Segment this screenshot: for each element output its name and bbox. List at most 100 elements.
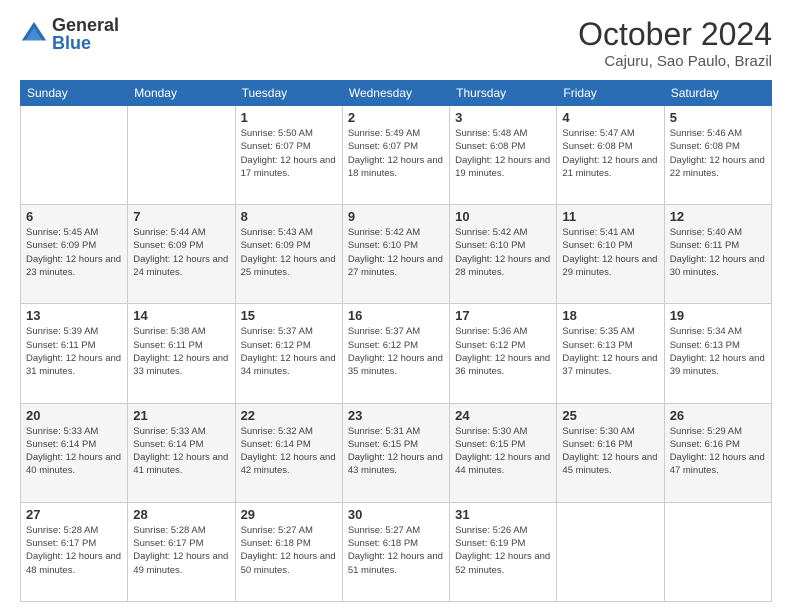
day-number: 27 bbox=[26, 507, 122, 522]
day-info: Sunrise: 5:34 AMSunset: 6:13 PMDaylight:… bbox=[670, 325, 766, 378]
day-number: 18 bbox=[562, 308, 658, 323]
calendar-cell: 7 Sunrise: 5:44 AMSunset: 6:09 PMDayligh… bbox=[128, 205, 235, 304]
calendar-cell bbox=[557, 502, 664, 601]
day-info: Sunrise: 5:28 AMSunset: 6:17 PMDaylight:… bbox=[26, 524, 122, 577]
calendar-cell: 27 Sunrise: 5:28 AMSunset: 6:17 PMDaylig… bbox=[21, 502, 128, 601]
title-block: October 2024 Cajuru, Sao Paulo, Brazil bbox=[578, 16, 772, 70]
calendar-cell: 22 Sunrise: 5:32 AMSunset: 6:14 PMDaylig… bbox=[235, 403, 342, 502]
day-number: 6 bbox=[26, 209, 122, 224]
day-info: Sunrise: 5:50 AMSunset: 6:07 PMDaylight:… bbox=[241, 127, 337, 180]
day-number: 24 bbox=[455, 408, 551, 423]
calendar-cell: 2 Sunrise: 5:49 AMSunset: 6:07 PMDayligh… bbox=[342, 106, 449, 205]
day-number: 15 bbox=[241, 308, 337, 323]
calendar-cell: 9 Sunrise: 5:42 AMSunset: 6:10 PMDayligh… bbox=[342, 205, 449, 304]
day-info: Sunrise: 5:44 AMSunset: 6:09 PMDaylight:… bbox=[133, 226, 229, 279]
day-info: Sunrise: 5:32 AMSunset: 6:14 PMDaylight:… bbox=[241, 425, 337, 478]
day-number: 5 bbox=[670, 110, 766, 125]
day-number: 12 bbox=[670, 209, 766, 224]
calendar-cell: 3 Sunrise: 5:48 AMSunset: 6:08 PMDayligh… bbox=[450, 106, 557, 205]
calendar-cell: 15 Sunrise: 5:37 AMSunset: 6:12 PMDaylig… bbox=[235, 304, 342, 403]
day-number: 7 bbox=[133, 209, 229, 224]
calendar-cell: 8 Sunrise: 5:43 AMSunset: 6:09 PMDayligh… bbox=[235, 205, 342, 304]
calendar-cell: 18 Sunrise: 5:35 AMSunset: 6:13 PMDaylig… bbox=[557, 304, 664, 403]
header-saturday: Saturday bbox=[664, 81, 771, 106]
day-number: 19 bbox=[670, 308, 766, 323]
day-info: Sunrise: 5:46 AMSunset: 6:08 PMDaylight:… bbox=[670, 127, 766, 180]
logo-blue: Blue bbox=[52, 34, 119, 52]
calendar-cell: 20 Sunrise: 5:33 AMSunset: 6:14 PMDaylig… bbox=[21, 403, 128, 502]
day-info: Sunrise: 5:37 AMSunset: 6:12 PMDaylight:… bbox=[241, 325, 337, 378]
calendar-cell: 31 Sunrise: 5:26 AMSunset: 6:19 PMDaylig… bbox=[450, 502, 557, 601]
calendar-cell: 29 Sunrise: 5:27 AMSunset: 6:18 PMDaylig… bbox=[235, 502, 342, 601]
day-number: 9 bbox=[348, 209, 444, 224]
day-info: Sunrise: 5:37 AMSunset: 6:12 PMDaylight:… bbox=[348, 325, 444, 378]
day-info: Sunrise: 5:30 AMSunset: 6:15 PMDaylight:… bbox=[455, 425, 551, 478]
day-number: 21 bbox=[133, 408, 229, 423]
page-header: General Blue October 2024 Cajuru, Sao Pa… bbox=[20, 16, 772, 70]
calendar-cell: 4 Sunrise: 5:47 AMSunset: 6:08 PMDayligh… bbox=[557, 106, 664, 205]
day-number: 25 bbox=[562, 408, 658, 423]
calendar-cell: 12 Sunrise: 5:40 AMSunset: 6:11 PMDaylig… bbox=[664, 205, 771, 304]
logo-text: General Blue bbox=[52, 16, 119, 52]
day-number: 28 bbox=[133, 507, 229, 522]
day-number: 31 bbox=[455, 507, 551, 522]
day-number: 26 bbox=[670, 408, 766, 423]
calendar-cell bbox=[664, 502, 771, 601]
logo-icon bbox=[20, 20, 48, 48]
day-number: 2 bbox=[348, 110, 444, 125]
day-info: Sunrise: 5:27 AMSunset: 6:18 PMDaylight:… bbox=[348, 524, 444, 577]
day-info: Sunrise: 5:27 AMSunset: 6:18 PMDaylight:… bbox=[241, 524, 337, 577]
calendar-cell: 17 Sunrise: 5:36 AMSunset: 6:12 PMDaylig… bbox=[450, 304, 557, 403]
month-title: October 2024 bbox=[578, 16, 772, 53]
calendar-cell: 11 Sunrise: 5:41 AMSunset: 6:10 PMDaylig… bbox=[557, 205, 664, 304]
calendar-cell: 23 Sunrise: 5:31 AMSunset: 6:15 PMDaylig… bbox=[342, 403, 449, 502]
calendar-cell bbox=[128, 106, 235, 205]
header-wednesday: Wednesday bbox=[342, 81, 449, 106]
day-info: Sunrise: 5:36 AMSunset: 6:12 PMDaylight:… bbox=[455, 325, 551, 378]
calendar-cell: 6 Sunrise: 5:45 AMSunset: 6:09 PMDayligh… bbox=[21, 205, 128, 304]
day-info: Sunrise: 5:45 AMSunset: 6:09 PMDaylight:… bbox=[26, 226, 122, 279]
day-info: Sunrise: 5:48 AMSunset: 6:08 PMDaylight:… bbox=[455, 127, 551, 180]
header-monday: Monday bbox=[128, 81, 235, 106]
day-info: Sunrise: 5:29 AMSunset: 6:16 PMDaylight:… bbox=[670, 425, 766, 478]
week-row-4: 20 Sunrise: 5:33 AMSunset: 6:14 PMDaylig… bbox=[21, 403, 772, 502]
day-number: 23 bbox=[348, 408, 444, 423]
day-number: 4 bbox=[562, 110, 658, 125]
day-number: 17 bbox=[455, 308, 551, 323]
logo-general: General bbox=[52, 16, 119, 34]
day-info: Sunrise: 5:28 AMSunset: 6:17 PMDaylight:… bbox=[133, 524, 229, 577]
week-row-5: 27 Sunrise: 5:28 AMSunset: 6:17 PMDaylig… bbox=[21, 502, 772, 601]
day-number: 20 bbox=[26, 408, 122, 423]
day-number: 3 bbox=[455, 110, 551, 125]
location: Cajuru, Sao Paulo, Brazil bbox=[578, 53, 772, 70]
calendar-cell: 19 Sunrise: 5:34 AMSunset: 6:13 PMDaylig… bbox=[664, 304, 771, 403]
day-info: Sunrise: 5:33 AMSunset: 6:14 PMDaylight:… bbox=[133, 425, 229, 478]
day-number: 29 bbox=[241, 507, 337, 522]
calendar-cell: 28 Sunrise: 5:28 AMSunset: 6:17 PMDaylig… bbox=[128, 502, 235, 601]
day-info: Sunrise: 5:40 AMSunset: 6:11 PMDaylight:… bbox=[670, 226, 766, 279]
day-info: Sunrise: 5:43 AMSunset: 6:09 PMDaylight:… bbox=[241, 226, 337, 279]
day-info: Sunrise: 5:35 AMSunset: 6:13 PMDaylight:… bbox=[562, 325, 658, 378]
header-friday: Friday bbox=[557, 81, 664, 106]
header-thursday: Thursday bbox=[450, 81, 557, 106]
day-number: 22 bbox=[241, 408, 337, 423]
day-info: Sunrise: 5:31 AMSunset: 6:15 PMDaylight:… bbox=[348, 425, 444, 478]
logo: General Blue bbox=[20, 16, 119, 52]
day-info: Sunrise: 5:49 AMSunset: 6:07 PMDaylight:… bbox=[348, 127, 444, 180]
calendar-table: Sunday Monday Tuesday Wednesday Thursday… bbox=[20, 80, 772, 602]
day-number: 13 bbox=[26, 308, 122, 323]
day-info: Sunrise: 5:38 AMSunset: 6:11 PMDaylight:… bbox=[133, 325, 229, 378]
calendar-cell: 24 Sunrise: 5:30 AMSunset: 6:15 PMDaylig… bbox=[450, 403, 557, 502]
calendar-cell: 25 Sunrise: 5:30 AMSunset: 6:16 PMDaylig… bbox=[557, 403, 664, 502]
calendar-cell bbox=[21, 106, 128, 205]
weekday-header-row: Sunday Monday Tuesday Wednesday Thursday… bbox=[21, 81, 772, 106]
day-info: Sunrise: 5:42 AMSunset: 6:10 PMDaylight:… bbox=[348, 226, 444, 279]
calendar-page: General Blue October 2024 Cajuru, Sao Pa… bbox=[0, 0, 792, 612]
day-info: Sunrise: 5:42 AMSunset: 6:10 PMDaylight:… bbox=[455, 226, 551, 279]
calendar-cell: 5 Sunrise: 5:46 AMSunset: 6:08 PMDayligh… bbox=[664, 106, 771, 205]
calendar-cell: 14 Sunrise: 5:38 AMSunset: 6:11 PMDaylig… bbox=[128, 304, 235, 403]
day-number: 11 bbox=[562, 209, 658, 224]
calendar-cell: 10 Sunrise: 5:42 AMSunset: 6:10 PMDaylig… bbox=[450, 205, 557, 304]
day-info: Sunrise: 5:26 AMSunset: 6:19 PMDaylight:… bbox=[455, 524, 551, 577]
day-info: Sunrise: 5:41 AMSunset: 6:10 PMDaylight:… bbox=[562, 226, 658, 279]
